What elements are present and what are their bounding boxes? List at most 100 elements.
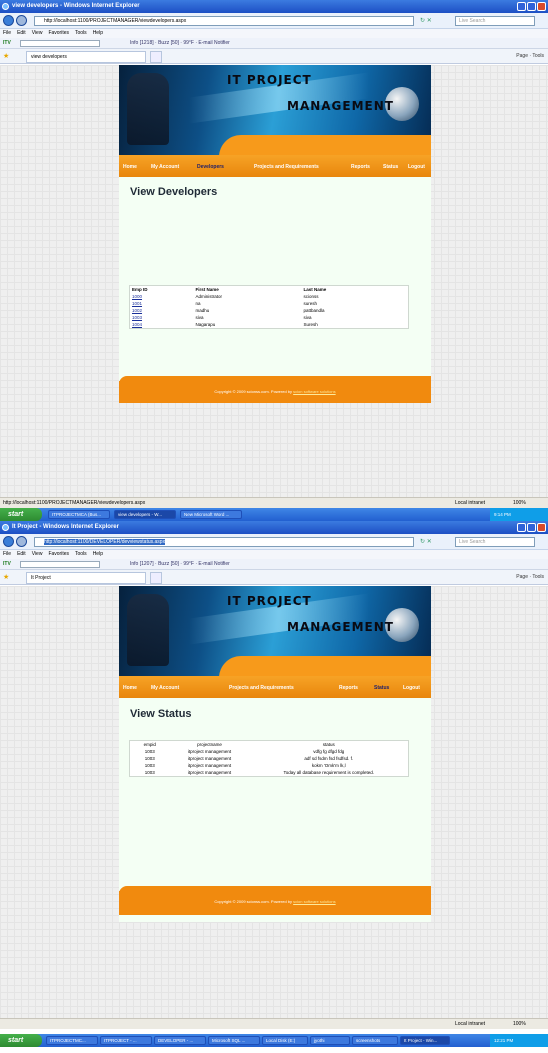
nav-home[interactable]: Home bbox=[123, 685, 137, 691]
banner-title-line2: MANAGEMENT bbox=[287, 620, 394, 634]
page-title: View Developers bbox=[130, 186, 218, 198]
projectname-cell: itproject management bbox=[187, 756, 232, 761]
empid-cell: 1003 bbox=[144, 769, 155, 775]
emp-id-link[interactable]: 1002 bbox=[132, 308, 142, 313]
taskbar-task[interactable]: view developers - W... bbox=[114, 510, 176, 519]
first-name-cell: Nagarapu bbox=[195, 321, 216, 327]
site-footer: Copyright © 2009 scionss.com. Powered by… bbox=[119, 886, 431, 915]
site-page: IT PROJECT MANAGEMENT Home My Account De… bbox=[119, 65, 431, 403]
taskbar-task[interactable]: DEVELOPER - ... bbox=[154, 1036, 206, 1045]
toolbar-items[interactable]: Info [1218] · Buzz [50] · 99°F · E-mail … bbox=[130, 38, 230, 49]
zoom-level[interactable]: 100% bbox=[513, 498, 526, 508]
close-button[interactable] bbox=[537, 523, 546, 532]
emp-id-link[interactable]: 1004 bbox=[132, 322, 142, 327]
taskbar-task[interactable]: jyothi bbox=[310, 1036, 350, 1045]
forward-arrow-icon[interactable] bbox=[16, 15, 27, 26]
nav-logout[interactable]: Logout bbox=[403, 685, 420, 691]
table-header-row: Emp ID First Name Last Name bbox=[130, 286, 409, 294]
menu-favorites[interactable]: Favorites bbox=[48, 551, 69, 557]
toolbar-search-input[interactable] bbox=[20, 561, 100, 568]
favorites-star-icon[interactable]: ★ bbox=[3, 49, 9, 64]
toolbar-search-input[interactable] bbox=[20, 40, 100, 47]
new-tab-button[interactable] bbox=[150, 572, 162, 584]
menu-favorites[interactable]: Favorites bbox=[48, 30, 69, 36]
menu-file[interactable]: File bbox=[3, 30, 11, 36]
first-name-cell: Administrator bbox=[195, 294, 223, 299]
status-cell: kokm 'Omk'm lk,l bbox=[311, 763, 346, 768]
taskbar-task[interactable]: ITPROJECTMCA (Bus... bbox=[48, 510, 110, 519]
empid-cell: 1003 bbox=[144, 756, 155, 761]
nav-my-account[interactable]: My Account bbox=[151, 164, 179, 170]
maximize-button[interactable] bbox=[527, 2, 536, 11]
nav-developers[interactable]: Developers bbox=[197, 164, 224, 170]
address-bar[interactable]: http://localhost:1100/DEVELOPER/devviews… bbox=[34, 537, 414, 547]
first-name-cell: siva bbox=[195, 315, 204, 320]
menu-tools[interactable]: Tools bbox=[75, 551, 87, 557]
back-arrow-icon[interactable] bbox=[3, 15, 14, 26]
menu-file[interactable]: File bbox=[3, 551, 11, 557]
tab-view-developers[interactable]: view developers bbox=[26, 51, 146, 63]
menu-tools[interactable]: Tools bbox=[75, 30, 87, 36]
taskbar-task[interactable]: New Microsoft Word ... bbox=[180, 510, 242, 519]
menu-edit[interactable]: Edit bbox=[17, 30, 26, 36]
nav-projects-and-requirements[interactable]: Projects and Requirements bbox=[229, 685, 294, 691]
taskbar-task[interactable]: Local Disk (E:) bbox=[262, 1036, 308, 1045]
nav-logout[interactable]: Logout bbox=[408, 164, 425, 170]
live-search-input[interactable]: Live Search bbox=[455, 537, 535, 547]
taskbar-task[interactable]: It Project - Win... bbox=[400, 1036, 450, 1045]
start-button[interactable]: start bbox=[0, 508, 42, 521]
menu-edit[interactable]: Edit bbox=[17, 551, 26, 557]
emp-id-link[interactable]: 1003 bbox=[132, 315, 142, 320]
nav-reports[interactable]: Reports bbox=[339, 685, 358, 691]
emp-id-link[interactable]: 1000 bbox=[132, 294, 142, 299]
menu-view[interactable]: View bbox=[32, 30, 43, 36]
footer-curve bbox=[119, 376, 431, 384]
maximize-button[interactable] bbox=[527, 523, 536, 532]
minimize-button[interactable] bbox=[517, 2, 526, 11]
itv-toolbar: ITV Info [1218] · Buzz [50] · 99°F · E-m… bbox=[0, 38, 548, 49]
emp-id-link[interactable]: 1001 bbox=[132, 301, 142, 306]
live-search-input[interactable]: Live Search bbox=[455, 16, 535, 26]
minimize-button[interactable] bbox=[517, 523, 526, 532]
refresh-stop-icons[interactable]: ↻ ✕ bbox=[420, 538, 432, 545]
refresh-stop-icons[interactable]: ↻ ✕ bbox=[420, 17, 432, 24]
new-tab-button[interactable] bbox=[150, 51, 162, 63]
zoom-level[interactable]: 100% bbox=[513, 1019, 526, 1030]
close-button[interactable] bbox=[537, 2, 546, 11]
address-bar[interactable]: http://localhost:1100/PROJECTMANAGER/vie… bbox=[34, 16, 414, 26]
col-first-name: First Name bbox=[195, 287, 219, 292]
taskbar-task[interactable]: Microsoft SQL ... bbox=[208, 1036, 260, 1045]
security-zone: Local intranet bbox=[455, 1021, 486, 1027]
nav-projects-and-requirements[interactable]: Projects and Requirements bbox=[254, 164, 319, 170]
menu-help[interactable]: Help bbox=[93, 30, 103, 36]
command-bar[interactable]: Page · Tools bbox=[516, 570, 544, 585]
footer-link[interactable]: scion software solutions bbox=[293, 899, 335, 904]
banner-person-image bbox=[127, 594, 169, 666]
itv-logo: ITV bbox=[3, 40, 11, 46]
start-button[interactable]: start bbox=[0, 1034, 42, 1047]
taskbar-task[interactable]: ITPROJECTMC... bbox=[46, 1036, 98, 1045]
browser-viewport: IT PROJECT MANAGEMENT Home My Account De… bbox=[0, 65, 548, 497]
nav-status[interactable]: Status bbox=[383, 164, 398, 170]
itv-toolbar: ITV Info [1207] · Buzz [50] · 99°F · E-m… bbox=[0, 559, 548, 570]
menu-help[interactable]: Help bbox=[93, 551, 103, 557]
tab-it-project[interactable]: It Project bbox=[26, 572, 146, 584]
footer-link[interactable]: scion software solutions bbox=[293, 389, 335, 394]
taskbar-task[interactable]: ITPROJECT - ... bbox=[100, 1036, 152, 1045]
nav-home[interactable]: Home bbox=[123, 164, 137, 170]
taskbar-task[interactable]: screenshots bbox=[352, 1036, 398, 1045]
status-cell: adf sd fsdm fsd fsdfsd. f. bbox=[304, 756, 354, 761]
table-row: 1003 itproject management Today all databa… bbox=[130, 769, 409, 776]
menu-view[interactable]: View bbox=[32, 551, 43, 557]
command-bar[interactable]: Page · Tools bbox=[516, 49, 544, 64]
nav-reports[interactable]: Reports bbox=[351, 164, 370, 170]
nav-status[interactable]: Status bbox=[374, 685, 389, 691]
toolbar-items[interactable]: Info [1207] · Buzz [50] · 99°F · E-mail … bbox=[130, 559, 230, 570]
browser-viewport: IT PROJECT MANAGEMENT Home My Account Pr… bbox=[0, 586, 548, 1018]
nav-my-account[interactable]: My Account bbox=[151, 685, 179, 691]
back-arrow-icon[interactable] bbox=[3, 536, 14, 547]
forward-arrow-icon[interactable] bbox=[16, 536, 27, 547]
tab-row: ★ It Project Page · Tools bbox=[0, 570, 548, 585]
taskbar-1: start ITPROJECTMCA (Bus... view develope… bbox=[0, 508, 548, 521]
favorites-star-icon[interactable]: ★ bbox=[3, 570, 9, 585]
